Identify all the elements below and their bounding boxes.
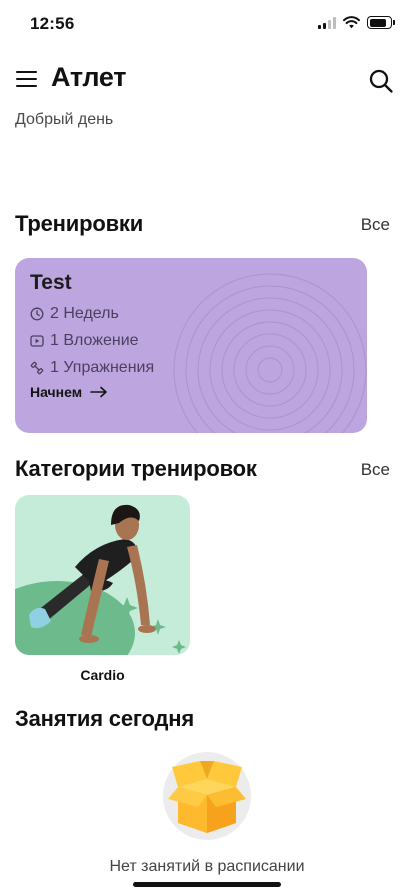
workouts-section-title: Тренировки	[15, 211, 144, 236]
app-header: Атлет	[0, 58, 414, 102]
status-bar: 12:56	[0, 0, 414, 48]
athlete-pushup-illustration	[15, 504, 186, 655]
arrow-right-icon	[90, 386, 107, 398]
wifi-icon	[343, 16, 360, 29]
empty-state-text: Нет занятий в расписании	[109, 858, 305, 875]
workout-attachments-row: 1 Вложение	[30, 332, 139, 350]
category-card-cardio[interactable]	[15, 495, 190, 655]
start-workout-label: Начнем	[30, 384, 83, 400]
status-icons	[318, 16, 395, 29]
category-label-cardio: Cardio	[80, 667, 125, 683]
open-box-icon	[163, 752, 251, 840]
app-screen: 12:56 Атлет Добрый день Тренировки Все T…	[0, 0, 414, 896]
workout-attachments: 1 Вложение	[50, 332, 139, 349]
today-section-title: Занятия сегодня	[15, 706, 194, 731]
video-icon	[30, 335, 44, 347]
battery-level	[369, 18, 386, 27]
page-title: Атлет	[51, 62, 127, 92]
workout-exercises-row: 1 Упражнения	[30, 359, 154, 377]
dumbbell-icon	[30, 361, 44, 375]
workout-duration-row: 2 Недель	[30, 305, 119, 323]
start-workout-button[interactable]: Начнем	[30, 384, 108, 400]
workouts-see-all-link[interactable]: Все	[361, 215, 390, 235]
categories-see-all-link[interactable]: Все	[361, 460, 390, 480]
cellular-signal-icon	[318, 16, 336, 29]
workout-title: Test	[30, 271, 72, 294]
home-indicator[interactable]	[133, 882, 281, 887]
status-time: 12:56	[30, 14, 75, 33]
greeting-text: Добрый день	[15, 111, 114, 128]
hamburger-menu-icon[interactable]	[16, 70, 38, 88]
workout-card[interactable]: Test 2 Недель 1 Вложение 1 Упражнения На…	[15, 258, 367, 433]
workout-exercises: 1 Упражнения	[50, 359, 155, 376]
clock-icon	[30, 307, 44, 321]
categories-section-title: Категории тренировок	[15, 456, 257, 481]
search-icon[interactable]	[368, 68, 394, 94]
workout-duration: 2 Недель	[50, 305, 119, 322]
battery-icon	[367, 16, 395, 29]
